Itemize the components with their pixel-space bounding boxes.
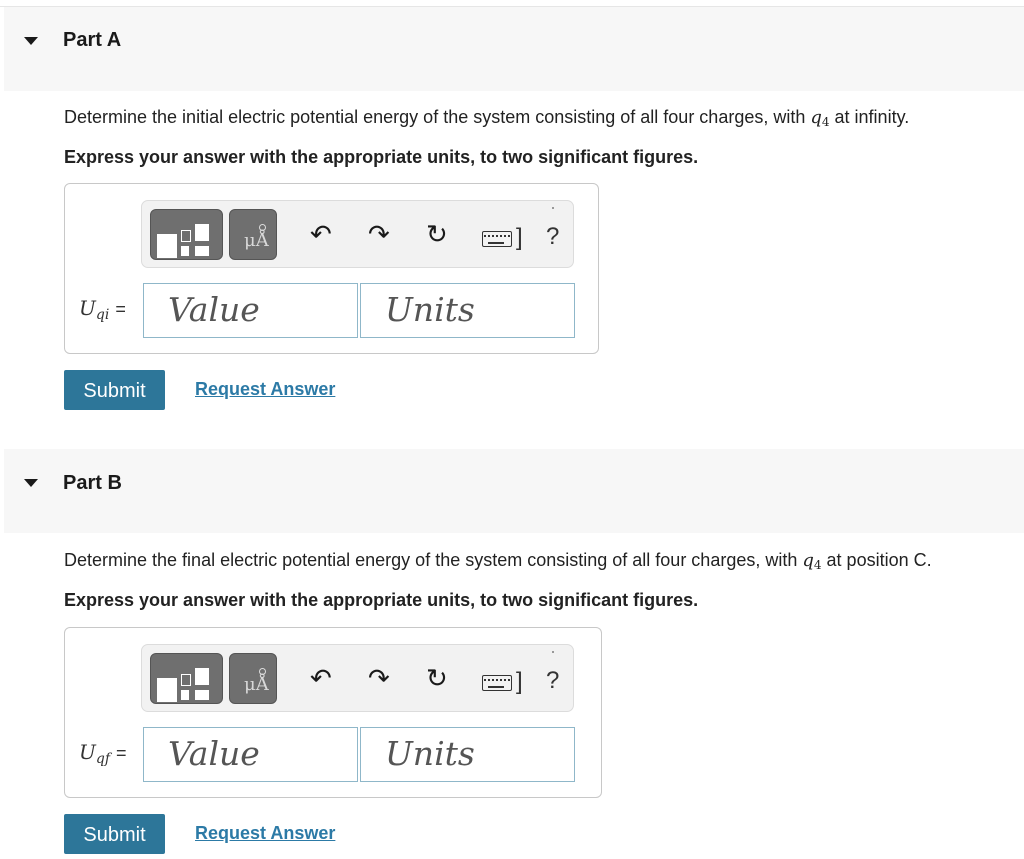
units-input[interactable]: Units bbox=[360, 283, 575, 338]
redo-icon[interactable]: ↷ bbox=[368, 219, 390, 249]
redo-icon[interactable]: ↷ bbox=[368, 663, 390, 693]
question-text-end: at position C. bbox=[821, 550, 932, 570]
submit-button[interactable]: Submit bbox=[64, 370, 165, 410]
part-b-instruction: Express your answer with the appropriate… bbox=[64, 590, 699, 610]
part-a-header[interactable] bbox=[4, 7, 1024, 91]
charge-variable: q4 bbox=[810, 107, 830, 129]
keyboard-mark: ] bbox=[516, 668, 523, 695]
help-icon[interactable]: ? bbox=[546, 223, 559, 251]
reset-icon[interactable]: ↻ bbox=[426, 219, 448, 249]
part-a-title: Part A bbox=[63, 29, 122, 51]
caret-down-icon[interactable] bbox=[24, 479, 38, 487]
keyboard-mark: ] bbox=[516, 224, 523, 251]
request-answer-link[interactable]: Request Answer bbox=[195, 823, 335, 844]
request-answer-link[interactable]: Request Answer bbox=[195, 379, 335, 400]
value-input[interactable]: Value bbox=[143, 283, 358, 338]
question-text: Determine the final electric potential e… bbox=[64, 550, 803, 570]
answer-variable-label: Uqi = bbox=[79, 296, 126, 323]
reset-icon[interactable]: ↻ bbox=[426, 663, 448, 693]
undo-icon[interactable]: ↶ bbox=[310, 663, 332, 693]
part-b-title: Part B bbox=[63, 472, 122, 494]
keyboard-icon[interactable] bbox=[482, 675, 512, 691]
undo-icon[interactable]: ↶ bbox=[310, 219, 332, 249]
symbols-icon[interactable]: μÅ bbox=[229, 653, 277, 704]
question-text: Determine the initial electric potential… bbox=[64, 107, 811, 127]
math-toolbar: μÅ ↶ ↷ ↻ ] ? bbox=[141, 200, 574, 268]
question-text-end: at infinity. bbox=[829, 107, 910, 127]
keyboard-icon[interactable] bbox=[482, 231, 512, 247]
part-b-question: Determine the final electric potential e… bbox=[64, 550, 932, 572]
units-input[interactable]: Units bbox=[360, 727, 575, 782]
part-a-question: Determine the initial electric potential… bbox=[64, 107, 909, 129]
charge-variable: q4 bbox=[802, 550, 822, 572]
value-input[interactable]: Value bbox=[143, 727, 358, 782]
toolbar-dot bbox=[552, 651, 554, 653]
math-toolbar: μÅ ↶ ↷ ↻ ] ? bbox=[141, 644, 574, 712]
caret-down-icon[interactable] bbox=[24, 37, 38, 45]
symbols-icon[interactable]: μÅ bbox=[229, 209, 277, 260]
submit-button[interactable]: Submit bbox=[64, 814, 165, 854]
toolbar-dot bbox=[552, 207, 554, 209]
part-b-header[interactable] bbox=[4, 449, 1024, 533]
part-a-answer-box: μÅ ↶ ↷ ↻ ] ? Uqi = Value Units bbox=[64, 183, 599, 354]
part-a-instruction: Express your answer with the appropriate… bbox=[64, 147, 699, 167]
answer-variable-label: Uqf = bbox=[79, 740, 127, 767]
help-icon[interactable]: ? bbox=[546, 667, 559, 695]
templates-icon[interactable] bbox=[150, 653, 223, 704]
templates-icon[interactable] bbox=[150, 209, 223, 260]
part-b-answer-box: μÅ ↶ ↷ ↻ ] ? Uqf = Value Units bbox=[64, 627, 602, 798]
